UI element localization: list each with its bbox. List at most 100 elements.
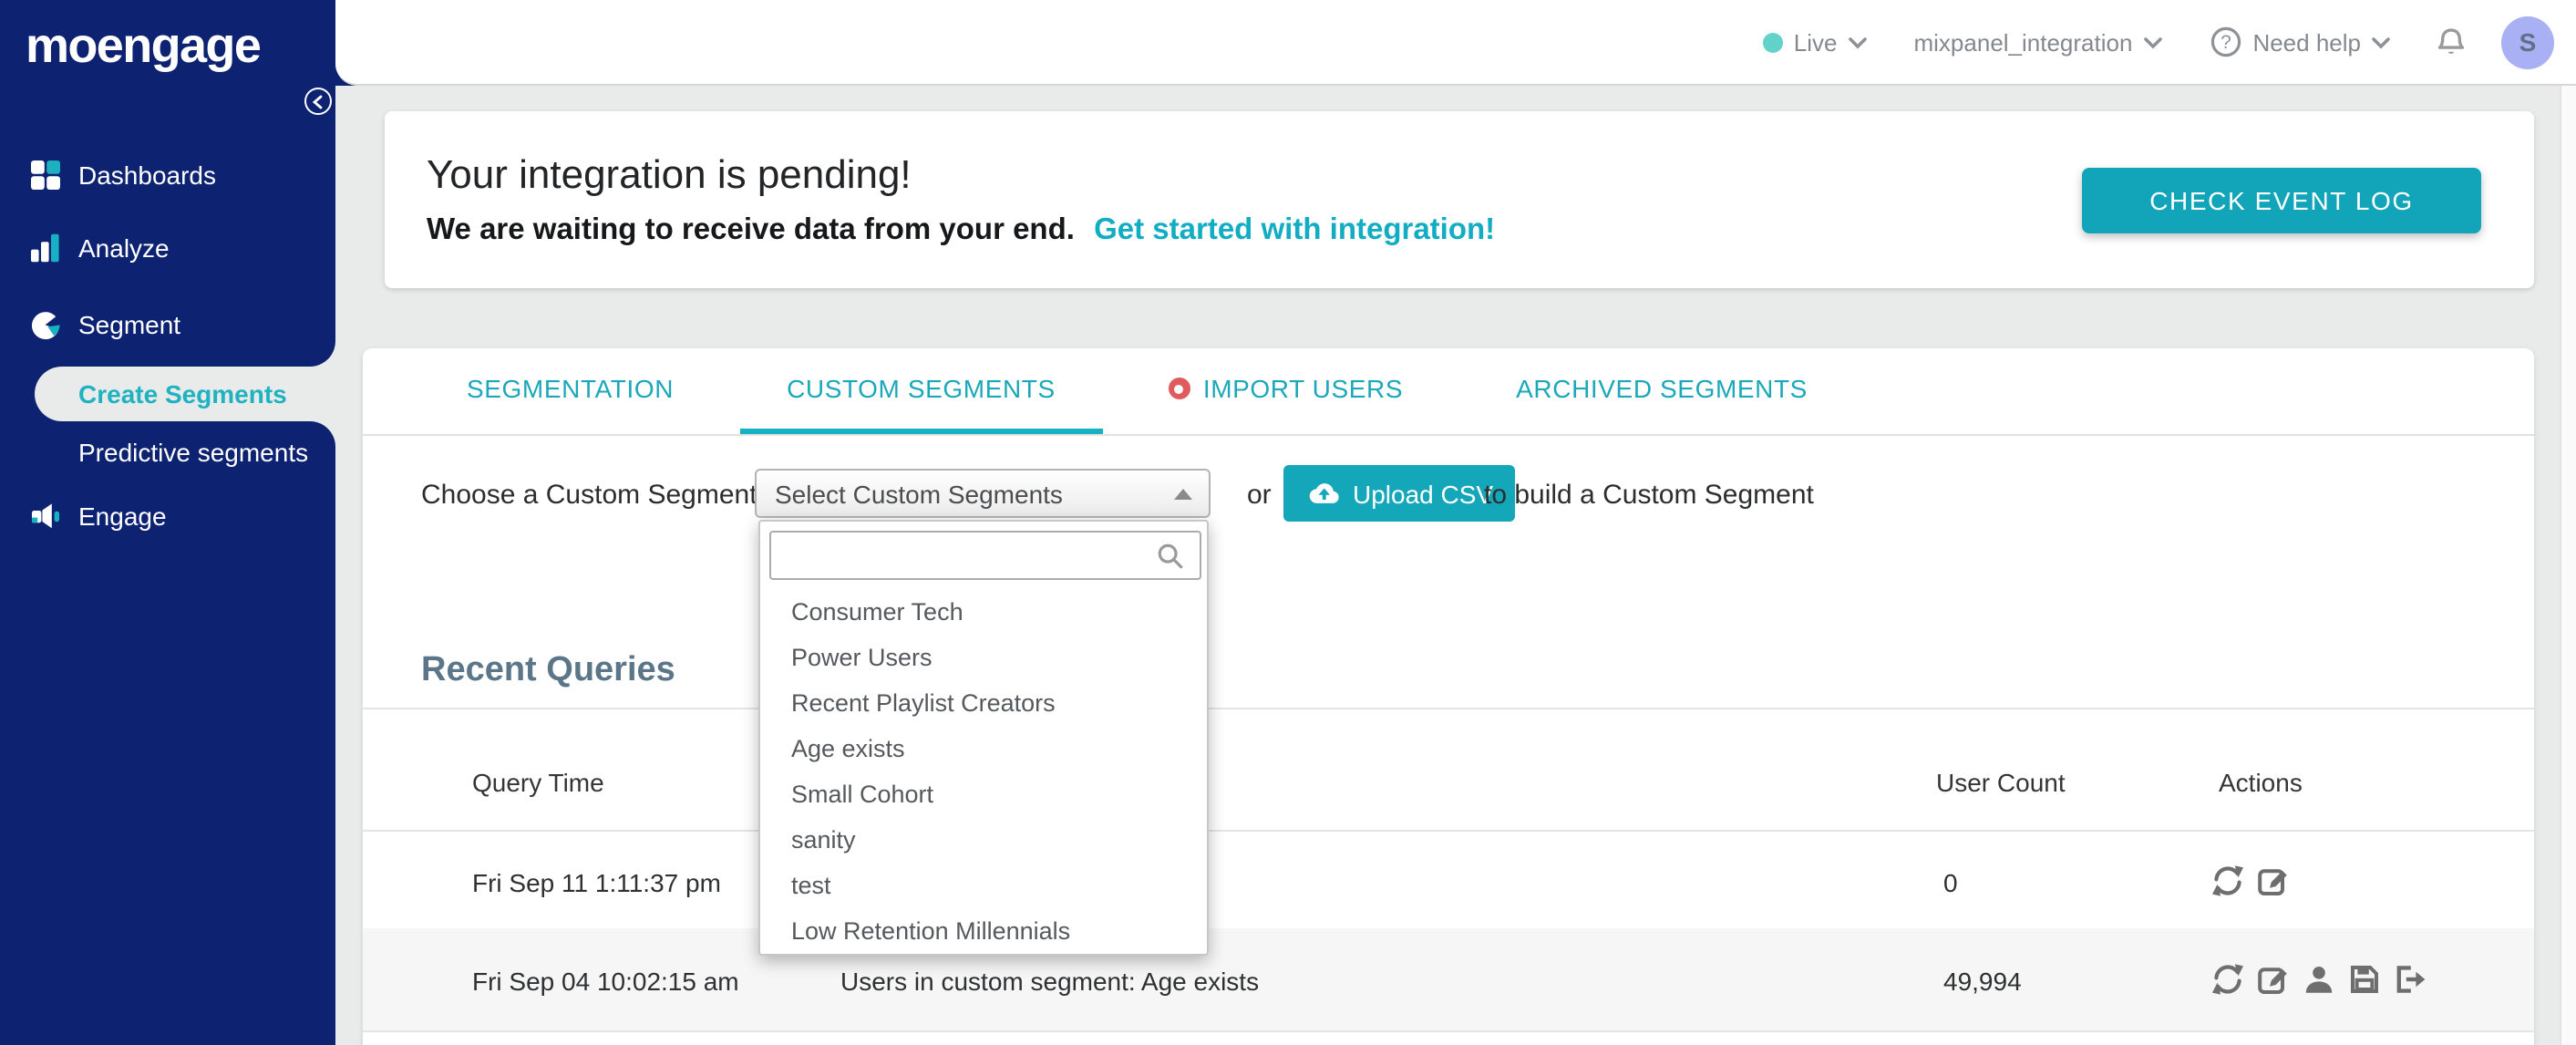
user-count-cell: 49,994 [1943, 967, 2022, 996]
dropdown-option[interactable]: test [760, 863, 1207, 908]
tab-import-users[interactable]: IMPORT USERS [1121, 348, 1450, 434]
divider [363, 1030, 2534, 1032]
banner-subtitle: We are waiting to receive data from your… [427, 213, 1495, 248]
rerun-query-icon[interactable] [2211, 963, 2244, 996]
active-pill-corner-top [310, 341, 335, 367]
or-text: or [1247, 480, 1272, 511]
sidebar-collapse-button[interactable] [304, 88, 332, 115]
cloud-upload-icon [1309, 483, 1339, 503]
dropdown-option[interactable]: Recent Playlist Creators [760, 680, 1207, 726]
query-time-cell: Fri Sep 04 10:02:15 am [472, 967, 739, 996]
dropdown-option[interactable]: Age exists [760, 726, 1207, 771]
tab-label: ARCHIVED SEGMENTS [1516, 374, 1808, 403]
row-actions [2211, 963, 2427, 996]
select-value: Select Custom Segments [775, 479, 1063, 508]
tab-archived-segments[interactable]: ARCHIVED SEGMENTS [1468, 348, 1855, 434]
sidebar-item-predictive-segments[interactable]: Predictive segments [0, 430, 335, 474]
tab-label: IMPORT USERS [1202, 374, 1404, 403]
custom-segment-select[interactable]: Select Custom Segments [755, 469, 1211, 518]
tab-custom-segments[interactable]: CUSTOM SEGMENTS [739, 348, 1103, 434]
sidebar-item-label: Create Segments [78, 379, 287, 409]
chevron-left-icon [312, 94, 323, 109]
view-users-icon[interactable] [2303, 963, 2335, 996]
dashboards-grid-icon [31, 160, 60, 190]
project-switcher[interactable]: mixpanel_integration [1914, 28, 2162, 56]
column-header-user-count: User Count [1936, 768, 2066, 797]
column-header-query-time: Query Time [472, 768, 604, 797]
question-circle-icon: ? [2210, 26, 2241, 57]
save-segment-icon[interactable] [2348, 963, 2381, 996]
segments-card: SEGMENTATION CUSTOM SEGMENTS IMPORT USER… [363, 348, 2534, 1045]
upload-csv-button[interactable]: Upload CSV [1283, 465, 1516, 522]
avatar-initial: S [2519, 27, 2537, 57]
tab-segmentation[interactable]: SEGMENTATION [419, 348, 721, 434]
export-segment-icon[interactable] [2394, 963, 2427, 996]
environment-switcher[interactable]: Live [1762, 28, 1867, 56]
build-segment-suffix: to build a Custom Segment [1484, 480, 1814, 511]
chevron-down-icon [2143, 36, 2162, 48]
check-event-log-button[interactable]: CHECK EVENT LOG [2082, 168, 2481, 233]
user-count-cell: 0 [1943, 868, 1958, 897]
user-avatar[interactable]: S [2501, 16, 2554, 68]
rerun-query-icon[interactable] [2211, 864, 2244, 897]
choose-segment-label: Choose a Custom Segment: [421, 480, 765, 511]
analyze-bars-icon [31, 233, 59, 263]
upload-csv-label: Upload CSV [1353, 479, 1494, 508]
get-started-link[interactable]: Get started with integration! [1094, 213, 1495, 246]
divider [363, 708, 2534, 709]
sidebar-item-create-segments[interactable]: Create Segments [35, 367, 335, 421]
dropdown-option[interactable]: sanity [760, 817, 1207, 863]
segment-search-input[interactable] [769, 531, 1201, 580]
engage-megaphone-icon [32, 503, 59, 529]
project-name: mixpanel_integration [1913, 28, 2133, 56]
dropdown-option[interactable]: Small Cohort [760, 771, 1207, 817]
sidebar-item-label: Analyze [78, 233, 170, 263]
help-menu[interactable]: ? Need help [2209, 26, 2390, 58]
scrollbar-track[interactable] [2560, 86, 2576, 1045]
help-label: Need help [2252, 28, 2361, 56]
svg-text:?: ? [2221, 32, 2231, 53]
live-status-dot [1762, 32, 1783, 52]
banner-title: Your integration is pending! [427, 151, 912, 197]
row-actions [2211, 864, 2290, 897]
tab-label: SEGMENTATION [467, 374, 675, 403]
dropdown-option[interactable]: Consumer Tech [760, 589, 1207, 635]
edit-query-icon[interactable] [2257, 864, 2290, 897]
sidebar-item-label: Dashboards [78, 160, 216, 190]
tab-bar: SEGMENTATION CUSTOM SEGMENTS IMPORT USER… [363, 348, 2534, 436]
environment-label: Live [1793, 28, 1838, 56]
dropdown-option[interactable]: Power Users [760, 635, 1207, 680]
topbar: Live mixpanel_integration ? Need help S [335, 0, 2576, 86]
app-window: Live mixpanel_integration ? Need help S … [0, 0, 2576, 1045]
chevron-down-icon [1848, 36, 1867, 48]
bell-icon [2437, 27, 2465, 53]
table-row: Fri Sep 04 10:02:15 am Users in custom s… [363, 928, 2534, 1030]
sidebar-item-engage[interactable]: Engage [0, 494, 335, 538]
recent-queries-title: Recent Queries [421, 651, 675, 689]
banner-subtitle-text: We are waiting to receive data from your… [427, 213, 1075, 246]
query-cell: Users in custom segment: Age exists [840, 967, 1260, 996]
divider [363, 830, 2534, 832]
column-header-actions: Actions [2219, 768, 2303, 797]
dropdown-option[interactable]: Low Retention Millennials [760, 908, 1207, 954]
search-icon [1158, 543, 1183, 569]
query-time-cell: Fri Sep 11 1:11:37 pm [472, 868, 721, 897]
sidebar-item-label: Segment [78, 310, 181, 339]
sidebar-item-segment[interactable]: Segment [0, 303, 335, 347]
sidebar-item-label: Engage [78, 502, 167, 531]
sidebar: moengage Dashboards Analyze Segment Crea… [0, 0, 335, 1045]
custom-segment-dropdown: Consumer Tech Power Users Recent Playlis… [758, 520, 1209, 956]
segment-pie-icon [31, 312, 60, 340]
dropdown-option-list: Consumer Tech Power Users Recent Playlis… [760, 589, 1207, 954]
chevron-down-icon [2372, 36, 2390, 48]
notifications-button[interactable] [2434, 25, 2468, 59]
integration-banner: Your integration is pending! We are wait… [385, 111, 2534, 288]
chevron-up-icon [1174, 489, 1192, 500]
moengage-logo[interactable]: moengage [26, 18, 262, 75]
sidebar-item-dashboards[interactable]: Dashboards [0, 153, 335, 197]
edit-query-icon[interactable] [2257, 963, 2290, 996]
active-pill-corner-bottom [310, 421, 335, 447]
tab-label: CUSTOM SEGMENTS [787, 374, 1056, 403]
sidebar-item-analyze[interactable]: Analyze [0, 226, 335, 270]
sidebar-item-label: Predictive segments [78, 438, 309, 467]
